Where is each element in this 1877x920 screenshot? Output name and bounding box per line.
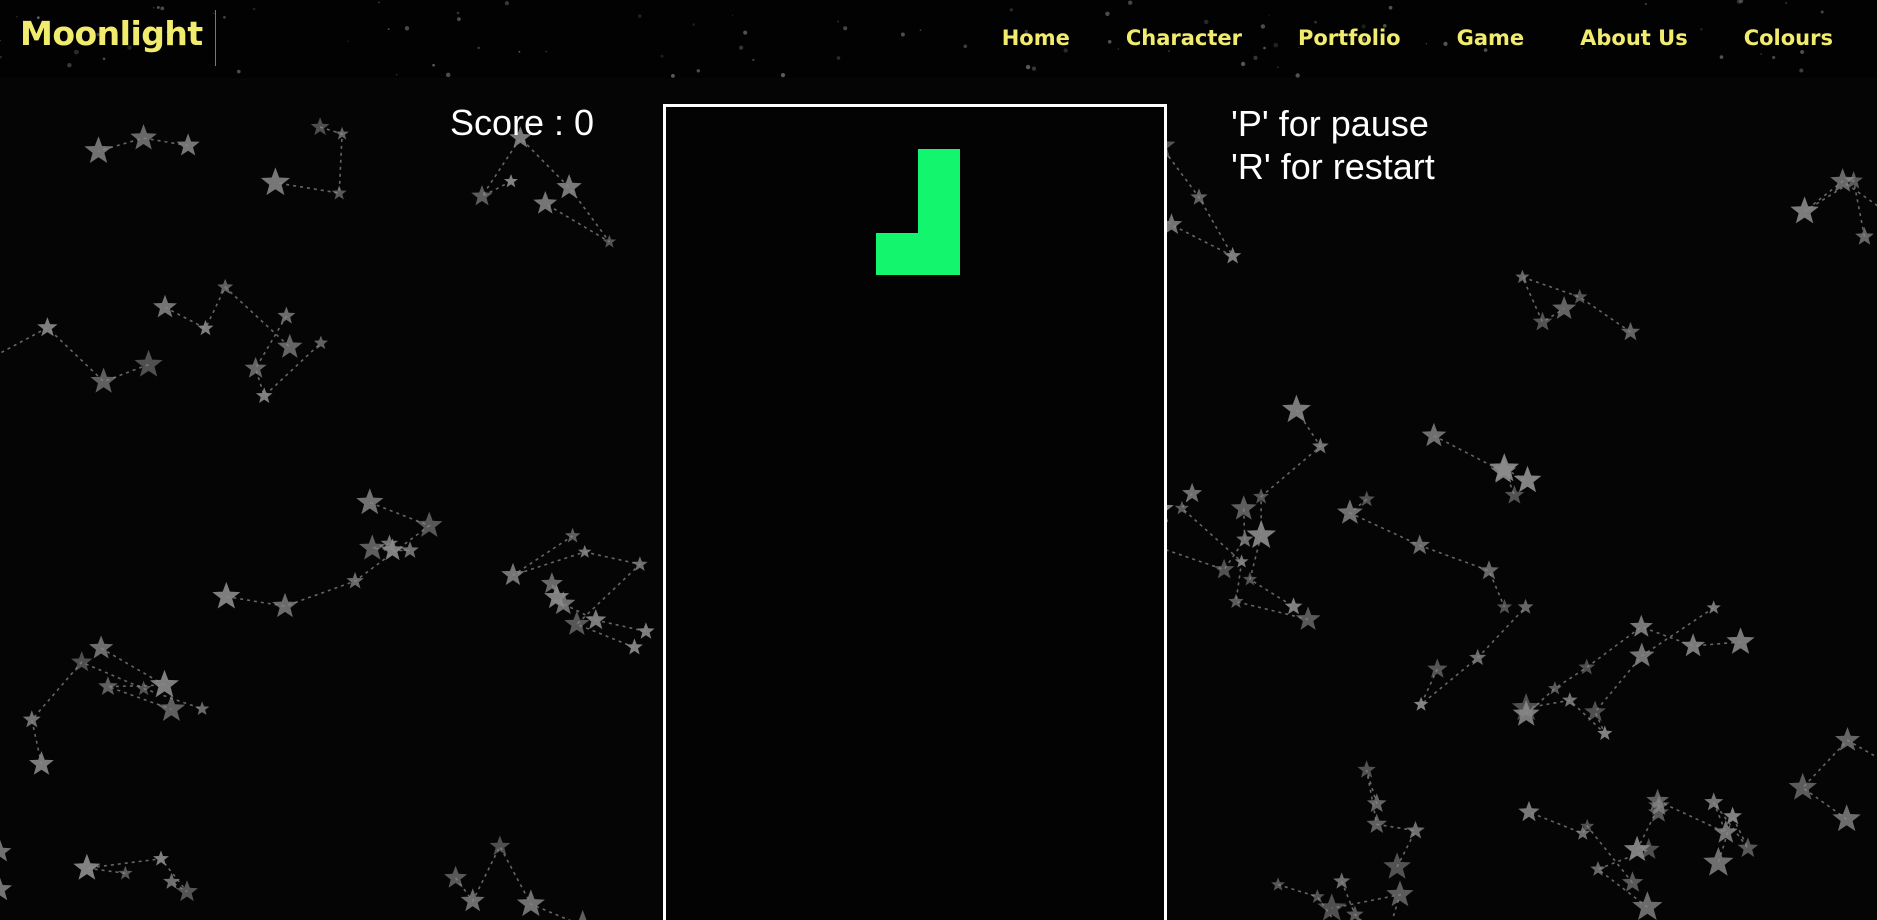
site-logo[interactable]: Moonlight <box>20 14 203 53</box>
nav-links: Home Character Portfolio Game About Us C… <box>946 26 1833 50</box>
nav-portfolio[interactable]: Portfolio <box>1298 26 1401 50</box>
piece-block-0 <box>918 149 960 191</box>
page: Moonlight Home Character Portfolio Game … <box>0 0 1877 920</box>
score-display: Score : 0 <box>450 102 595 143</box>
piece-block-3 <box>876 233 918 275</box>
navbar: Moonlight Home Character Portfolio Game … <box>0 0 1877 78</box>
pause-instruction: 'P' for pause <box>1231 103 1429 144</box>
nav-character[interactable]: Character <box>1126 26 1242 50</box>
restart-instruction: 'R' for restart <box>1231 146 1435 187</box>
instructions: 'P' for pause 'R' for restart <box>1231 102 1435 188</box>
nav-home[interactable]: Home <box>1002 26 1070 50</box>
nav-colours[interactable]: Colours <box>1744 26 1833 50</box>
piece-block-1 <box>918 191 960 233</box>
nav-about-us[interactable]: About Us <box>1580 26 1688 50</box>
game-board[interactable] <box>663 104 1167 920</box>
nav-game[interactable]: Game <box>1457 26 1525 50</box>
logo-divider <box>215 10 216 66</box>
piece-block-2 <box>918 233 960 275</box>
game-canvas <box>876 149 960 275</box>
